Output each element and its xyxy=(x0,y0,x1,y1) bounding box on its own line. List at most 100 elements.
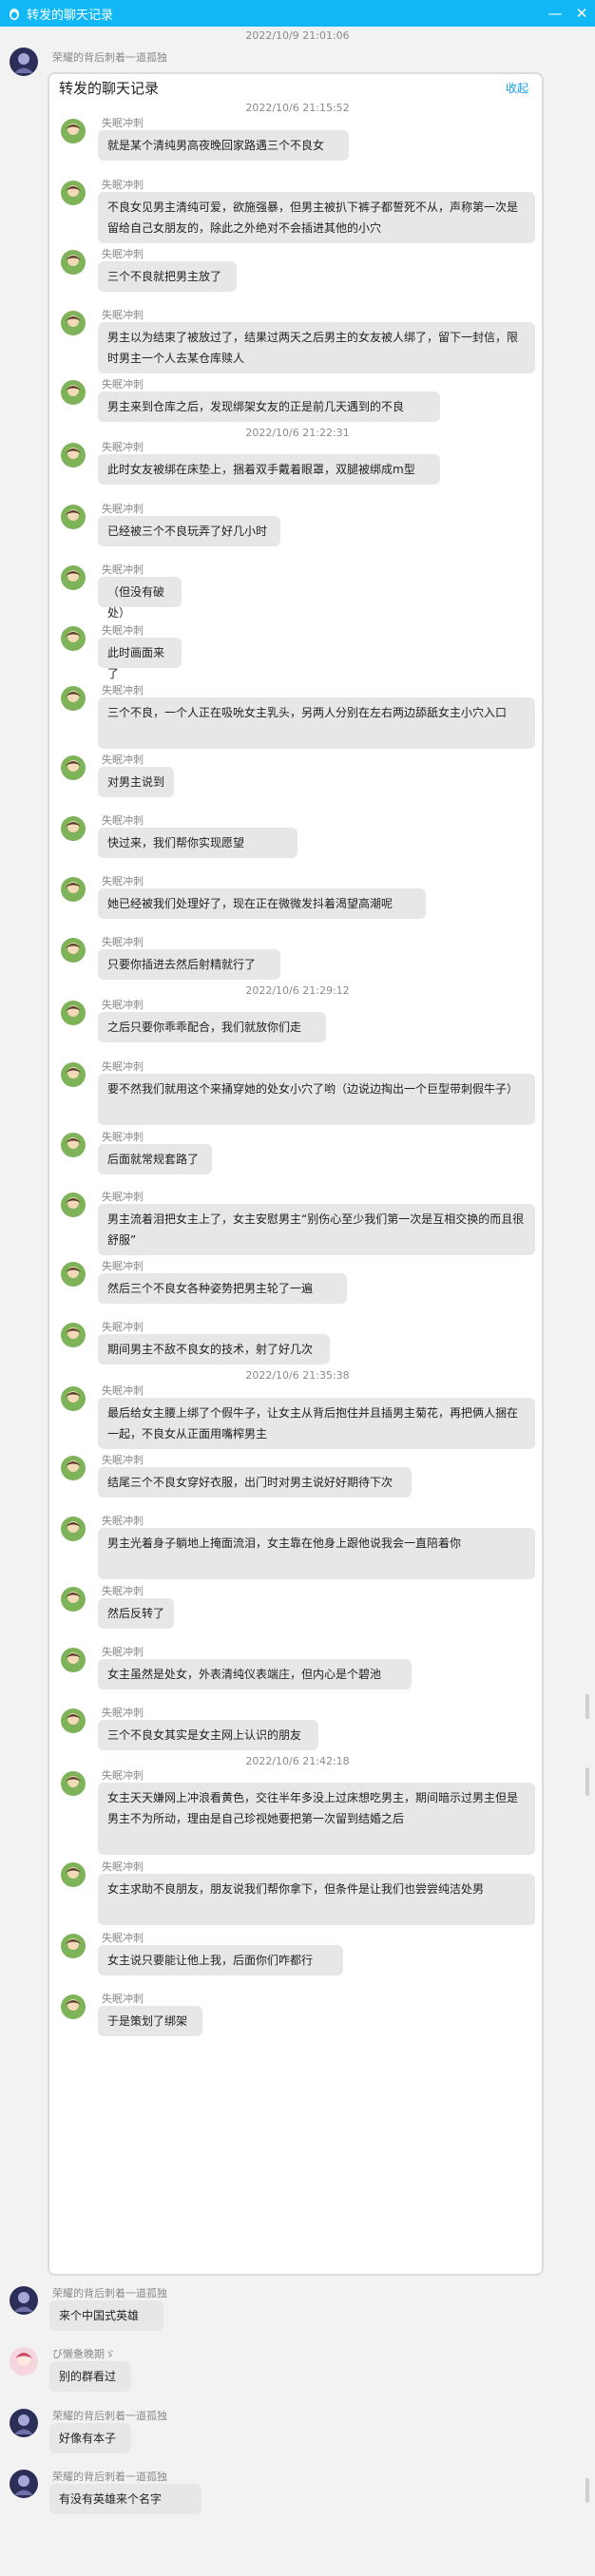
message-bubble[interactable]: 她已经被我们处理好了，现在正在微微发抖着渴望高潮呢 xyxy=(98,888,426,919)
message-bubble[interactable]: 期间男主不敌不良女的技术，射了好几次 xyxy=(98,1334,330,1364)
minimize-button[interactable]: — xyxy=(542,0,568,27)
avatar[interactable] xyxy=(61,443,86,467)
sender-name: 失眠冲刺 xyxy=(102,1321,144,1333)
sender-name: 失眠冲刺 xyxy=(102,309,144,321)
avatar[interactable] xyxy=(61,755,86,780)
sender-name: 失眠冲刺 xyxy=(102,1860,144,1873)
avatar[interactable] xyxy=(61,938,86,963)
avatar[interactable] xyxy=(61,119,86,143)
message-bubble[interactable]: 女主求助不良朋友，朋友说我们帮你拿下，但条件是让我们也尝尝纯洁处男 xyxy=(98,1874,535,1925)
avatar[interactable] xyxy=(61,1517,86,1541)
sender-name: 失眠冲刺 xyxy=(102,754,144,766)
avatar[interactable] xyxy=(10,2347,38,2376)
message-bubble[interactable]: 来个中国式英雄 xyxy=(49,2300,163,2331)
message-bubble[interactable]: 女主虽然是处女，外表清纯仪表端庄，但内心是个碧池 xyxy=(98,1659,412,1689)
avatar[interactable] xyxy=(61,1193,86,1217)
sender-name: 失眠冲刺 xyxy=(102,1191,144,1203)
avatar[interactable] xyxy=(61,686,86,711)
avatar[interactable] xyxy=(61,250,86,275)
sender-name: 失眠冲刺 xyxy=(102,1707,144,1719)
avatar[interactable] xyxy=(61,181,86,205)
message-bubble[interactable]: 男主流着泪把女主上了，女主安慰男主“别伤心至少我们第一次是互相交换的而且很舒服” xyxy=(98,1204,535,1255)
sender-name: 失眠冲刺 xyxy=(102,1993,144,2005)
message-bubble[interactable]: 然后三个不良女各种姿势把男主轮了一遍 xyxy=(98,1273,347,1304)
message-bubble[interactable]: 别的群看过 xyxy=(49,2361,131,2392)
chat-history: 2022/10/9 21:01:06 荣耀的背后刺着一道孤独 转发的聊天记录 收… xyxy=(0,27,595,2576)
message-bubble[interactable]: 快过来，我们帮你实现愿望 xyxy=(98,828,298,858)
message-bubble[interactable]: 已经被三个不良玩弄了好几小时 xyxy=(98,516,280,546)
avatar[interactable] xyxy=(61,1648,86,1672)
avatar[interactable] xyxy=(10,48,38,76)
message-bubble[interactable]: 三个不良女其实是女主网上认识的朋友 xyxy=(98,1720,318,1750)
avatar[interactable] xyxy=(61,505,86,529)
avatar[interactable] xyxy=(61,1587,86,1612)
message-bubble[interactable]: 结尾三个不良女穿好衣服，出门时对男主说好好期待下次 xyxy=(98,1467,412,1498)
message-bubble[interactable]: 然后反转了 xyxy=(98,1598,174,1629)
avatar[interactable] xyxy=(61,877,86,902)
avatar[interactable] xyxy=(61,1862,86,1887)
avatar[interactable] xyxy=(61,1994,86,2019)
avatar[interactable] xyxy=(61,1133,86,1157)
collapse-link[interactable]: 收起 xyxy=(506,80,528,96)
sender-name: 失眠冲刺 xyxy=(102,179,144,191)
avatar[interactable] xyxy=(61,1323,86,1347)
close-button[interactable]: ✕ xyxy=(568,0,595,27)
message-bubble[interactable]: 最后给女主腰上绑了个假牛子，让女主从背后抱住并且插男主菊花，再把俩人捆在一起，不… xyxy=(98,1398,535,1449)
sender-name: 失眠冲刺 xyxy=(102,441,144,453)
avatar[interactable] xyxy=(61,311,86,335)
sender-name: 失眠冲刺 xyxy=(102,1384,144,1397)
sender-name: 失眠冲刺 xyxy=(102,1260,144,1272)
sender-name: 失眠冲刺 xyxy=(102,624,144,637)
window-titlebar: 转发的聊天记录 — ✕ xyxy=(0,0,595,27)
avatar[interactable] xyxy=(61,626,86,651)
avatar[interactable] xyxy=(61,1062,86,1087)
avatar[interactable] xyxy=(61,1771,86,1796)
sender-name: 荣耀的背后刺着一道孤独 xyxy=(52,2287,167,2299)
message-bubble[interactable]: 不良女见男主清纯可爱，欲施强暴，但男主被扒下裤子都誓死不从，声称第一次是留给自己… xyxy=(98,192,535,243)
avatar[interactable] xyxy=(61,380,86,405)
sender-name: 失眠冲刺 xyxy=(102,1769,144,1782)
sender-name: 失眠冲刺 xyxy=(102,503,144,515)
avatar[interactable] xyxy=(10,2286,38,2315)
message-bubble[interactable]: 男主光着身子躺地上掩面流泪，女主靠在他身上跟他说我会一直陪着你 xyxy=(98,1528,535,1579)
message-bubble[interactable]: 之后只要你乖乖配合，我们就放你们走 xyxy=(98,1012,326,1042)
sender-name: 失眠冲刺 xyxy=(102,1932,144,1944)
sender-name: 失眠冲刺 xyxy=(102,684,144,696)
message-bubble[interactable]: 于是策划了绑架 xyxy=(98,2006,202,2036)
message-bubble[interactable]: 后面就常规套路了 xyxy=(98,1144,212,1174)
sender-name: 失眠冲刺 xyxy=(102,378,144,391)
window-title: 转发的聊天记录 xyxy=(27,8,114,23)
avatar[interactable] xyxy=(61,1934,86,1958)
sender-name: 失眠冲刺 xyxy=(102,814,144,827)
avatar[interactable] xyxy=(61,1001,86,1025)
avatar[interactable] xyxy=(61,816,86,841)
avatar[interactable] xyxy=(10,2409,38,2437)
sender-name: 失眠冲刺 xyxy=(102,1131,144,1143)
message-bubble[interactable]: 此时女友被绑在床垫上，捆着双手戴着眼罩，双腿被绑成m型 xyxy=(98,454,440,485)
avatar[interactable] xyxy=(10,2470,38,2498)
message-bubble[interactable]: 只要你插进去然后射精就行了 xyxy=(98,949,280,980)
avatar[interactable] xyxy=(61,565,86,590)
avatar[interactable] xyxy=(61,1456,86,1480)
avatar[interactable] xyxy=(61,1386,86,1411)
message-bubble[interactable]: 就是某个清纯男高夜晚回家路遇三个不良女 xyxy=(98,130,349,161)
message-bubble[interactable]: 女主天天嫌网上冲浪看黄色，交往半年多没上过床想吃男主，期间暗示过男主但是男主不为… xyxy=(98,1783,535,1855)
message-bubble[interactable]: 女主说只要能让他上我，后面你们咋都行 xyxy=(98,1945,343,1975)
message-bubble[interactable]: 好像有本子 xyxy=(49,2423,131,2453)
message-bubble[interactable]: 男主来到仓库之后，发现绑架女友的正是前几天遇到的不良 xyxy=(98,391,440,422)
message-bubble[interactable]: 此时画面来了 xyxy=(98,638,182,680)
message-bubble[interactable]: 有没有英雄来个名字 xyxy=(49,2484,202,2514)
message-bubble[interactable]: 男主以为结束了被放过了，结果过两天之后男主的女友被人绑了，留下一封信，限时男主一… xyxy=(98,322,535,373)
sender-name: 荣耀的背后刺着一道孤独 xyxy=(52,51,167,64)
sender-name: 失眠冲刺 xyxy=(102,1646,144,1658)
message-bubble[interactable]: （但没有破处） xyxy=(98,577,182,620)
message-timestamp: 2022/10/6 21:42:18 xyxy=(245,1755,350,1767)
sender-name: 荣耀的背后刺着一道孤独 xyxy=(52,2471,167,2483)
message-bubble[interactable]: 要不然我们就用这个来捅穿她的处女小穴了哟（边说边掏出一个巨型带刺假牛子） xyxy=(98,1074,535,1125)
message-bubble[interactable]: 三个不良就把男主放了 xyxy=(98,261,237,292)
message-bubble[interactable]: 三个不良，一个人正在吸吮女主乳头，另两人分别在左右两边舔舐女主小穴入口 xyxy=(98,697,535,749)
message-timestamp: 2022/10/6 21:35:38 xyxy=(245,1369,350,1382)
avatar[interactable] xyxy=(61,1708,86,1733)
message-bubble[interactable]: 对男主说到 xyxy=(98,767,174,797)
avatar[interactable] xyxy=(61,1262,86,1287)
